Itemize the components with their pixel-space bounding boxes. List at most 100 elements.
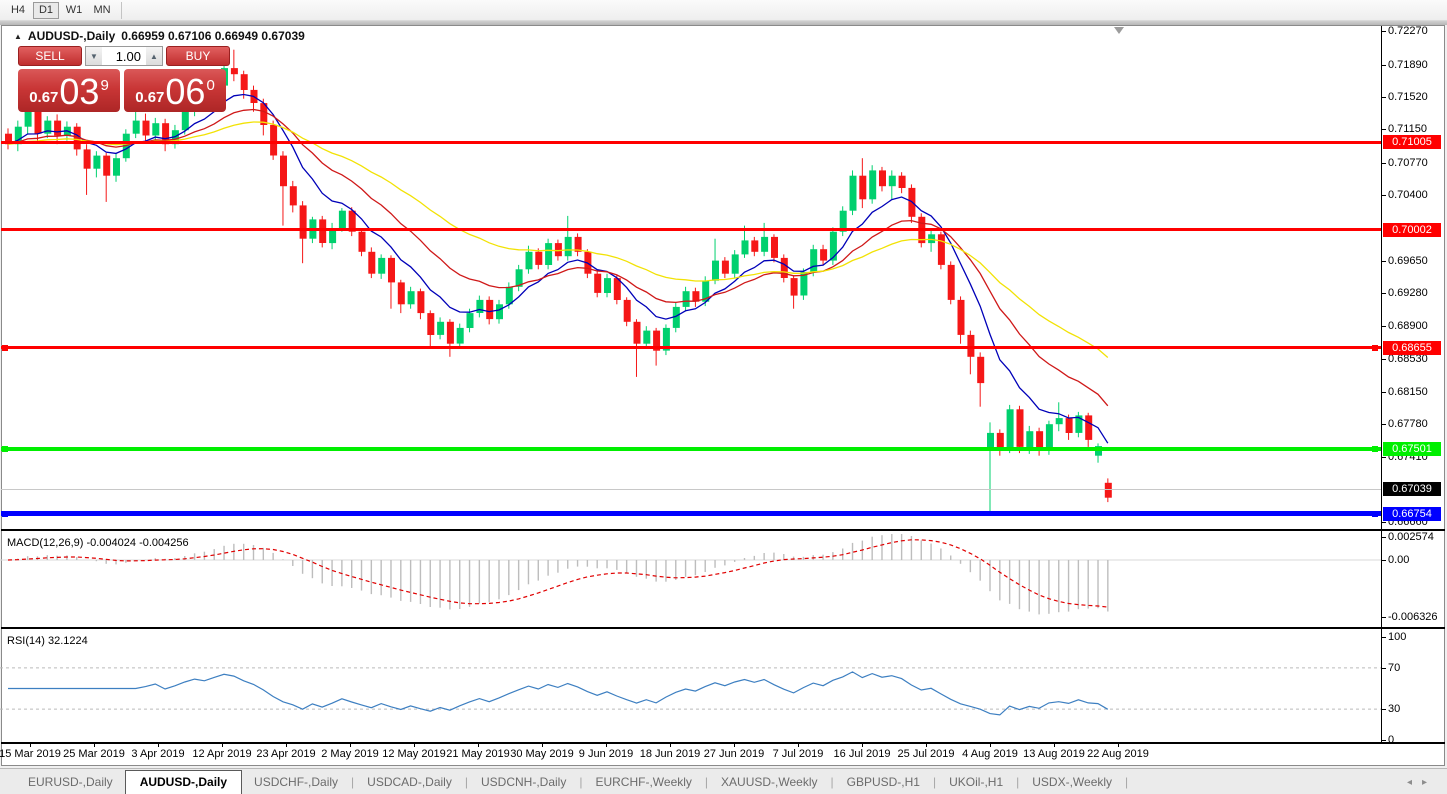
date-axis-label: 30 May 2019	[510, 748, 574, 760]
volume-increase-icon[interactable]: ▲	[146, 47, 162, 65]
date-axis-label: 23 Apr 2019	[256, 748, 316, 760]
date-axis-tick	[734, 743, 735, 747]
rsi-pane-canvas[interactable]	[0, 630, 1381, 741]
macd-signal-line	[7, 539, 1108, 608]
buy-button[interactable]: BUY	[166, 46, 230, 66]
level-right-handle-0.68655[interactable]	[1372, 345, 1378, 351]
rsi-dateaxis-separator	[1, 742, 1445, 744]
macd-axis-tick	[1381, 537, 1386, 538]
buy-price-panel[interactable]: 0.67 06 0	[124, 69, 226, 112]
date-axis-tick	[158, 743, 159, 747]
collapse-icon[interactable]: ▲	[14, 32, 22, 41]
level-left-handle-0.67501[interactable]	[2, 446, 8, 452]
horizontal-level-line-0.68655[interactable]	[1, 346, 1381, 349]
date-axis-label: 4 Aug 2019	[962, 748, 1018, 760]
macd-pane-canvas[interactable]	[0, 532, 1381, 626]
date-axis-tick	[670, 743, 671, 747]
date-axis-label: 21 May 2019	[446, 748, 510, 760]
date-axis-label: 27 Jun 2019	[703, 748, 765, 760]
sell-button[interactable]: SELL	[18, 46, 82, 66]
level-price-badge-0.71005: 0.71005	[1383, 135, 1441, 149]
buy-price-sup: 0	[206, 77, 215, 94]
horizontal-level-line-0.70002[interactable]	[1, 228, 1381, 231]
tab-usdchf-daily[interactable]: USDCHF-,Daily	[242, 771, 350, 794]
tab-scroll-left-icon[interactable]: ◂	[1407, 777, 1422, 788]
price-axis-tick	[1381, 65, 1386, 66]
chart-ohlc-values: 0.66959 0.67106 0.66949 0.67039	[121, 29, 305, 43]
price-axis-tick-label: 0.70770	[1388, 157, 1428, 169]
tab-gbpusd-h1[interactable]: GBPUSD-,H1	[835, 771, 932, 794]
timeframe-button-d1[interactable]: D1	[33, 1, 59, 19]
date-axis-tick	[478, 743, 479, 747]
timeframe-toolbar: H4 D1 W1 MN	[0, 0, 1447, 21]
tab-eurchf-weekly[interactable]: EURCHF-,Weekly	[583, 771, 703, 794]
rsi-axis-tick	[1381, 637, 1386, 638]
chart-title: ▲ AUDUSD-,Daily 0.66959 0.67106 0.66949 …	[14, 29, 305, 43]
rsi-axis-tick-label: 70	[1388, 662, 1401, 674]
buy-price-small: 0.67	[135, 89, 165, 106]
price-axis-tick	[1381, 326, 1386, 327]
tab-usdcnh-daily[interactable]: USDCNH-,Daily	[469, 771, 578, 794]
rsi-axis-tick	[1381, 709, 1386, 710]
price-axis-tick	[1381, 97, 1386, 98]
level-price-badge-0.70002: 0.70002	[1383, 223, 1441, 237]
level-right-handle-0.66754[interactable]	[1372, 511, 1378, 517]
tab-scroll-arrows[interactable]: ◂▸	[1407, 777, 1437, 788]
price-axis-tick	[1381, 424, 1386, 425]
rsi-indicator-label: RSI(14) 32.1224	[7, 635, 88, 647]
date-axis-tick	[94, 743, 95, 747]
level-right-handle-0.67501[interactable]	[1372, 446, 1378, 452]
horizontal-level-line-0.71005[interactable]	[1, 141, 1381, 144]
buy-price-big: 06	[165, 71, 206, 112]
volume-stepper[interactable]: ▼ 1.00 ▲	[85, 46, 163, 66]
tab-scroll-right-icon[interactable]: ▸	[1422, 777, 1437, 788]
tab-eurusd-daily[interactable]: EURUSD-,Daily	[16, 771, 125, 794]
rsi-axis-tick	[1381, 740, 1386, 741]
price-axis-tick-label: 0.69650	[1388, 255, 1428, 267]
date-axis-tick	[990, 743, 991, 747]
date-axis-label: 2 May 2019	[321, 748, 379, 760]
date-axis-tick	[798, 743, 799, 747]
date-axis-label: 15 Mar 2019	[0, 748, 61, 760]
price-axis-tick-label: 0.70400	[1388, 189, 1428, 201]
tab-ukoil-h1[interactable]: UKOil-,H1	[937, 771, 1015, 794]
volume-value[interactable]: 1.00	[102, 47, 146, 65]
date-axis-tick	[286, 743, 287, 747]
horizontal-level-line-0.66754[interactable]	[1, 511, 1381, 516]
date-axis-label: 9 Jun 2019	[578, 748, 634, 760]
price-axis-tick	[1381, 359, 1386, 360]
price-axis-tick	[1381, 163, 1386, 164]
timeframe-button-h4[interactable]: H4	[5, 2, 31, 19]
price-axis-tick	[1381, 293, 1386, 294]
date-axis-label: 25 Mar 2019	[63, 748, 125, 760]
date-axis-tick	[1054, 743, 1055, 747]
tab-audusd-daily[interactable]: AUDUSD-,Daily	[124, 770, 243, 794]
timeframe-button-w1[interactable]: W1	[61, 2, 87, 19]
date-axis-tick	[542, 743, 543, 747]
sell-price-panel[interactable]: 0.67 03 9	[18, 69, 120, 112]
price-axis-tick	[1381, 522, 1386, 523]
date-axis-tick	[606, 743, 607, 747]
horizontal-level-line-0.67501[interactable]	[1, 447, 1381, 451]
rsi-axis-tick	[1381, 668, 1386, 669]
volume-decrease-icon[interactable]: ▼	[86, 47, 102, 65]
current-price-line	[1, 489, 1381, 490]
chart-shift-marker[interactable]	[1114, 27, 1124, 34]
level-left-handle-0.66754[interactable]	[2, 511, 8, 517]
mt4-chart-app: H4 D1 W1 MN ▲ AUDUSD-,Daily 0.66959 0.67106…	[0, 0, 1447, 794]
macd-rsi-pane-separator[interactable]	[1, 627, 1445, 629]
tab-xauusd-weekly[interactable]: XAUUSD-,Weekly	[709, 771, 829, 794]
macd-axis-tick-label: 0.00	[1388, 554, 1410, 566]
price-axis-tick-label: 0.67780	[1388, 418, 1428, 430]
price-macd-pane-separator[interactable]	[1, 529, 1445, 531]
tab-separator: |	[1125, 775, 1129, 789]
rsi-axis-tick-label: 0	[1388, 734, 1395, 746]
timeframe-button-mn[interactable]: MN	[89, 2, 115, 19]
sell-price-sup: 9	[100, 77, 109, 94]
price-axis-tick	[1381, 392, 1386, 393]
tab-usdcad-daily[interactable]: USDCAD-,Daily	[355, 771, 464, 794]
rsi-line	[8, 671, 1109, 716]
level-left-handle-0.68655[interactable]	[2, 345, 8, 351]
date-axis-tick	[926, 743, 927, 747]
tab-usdx-weekly[interactable]: USDX-,Weekly	[1020, 771, 1124, 794]
